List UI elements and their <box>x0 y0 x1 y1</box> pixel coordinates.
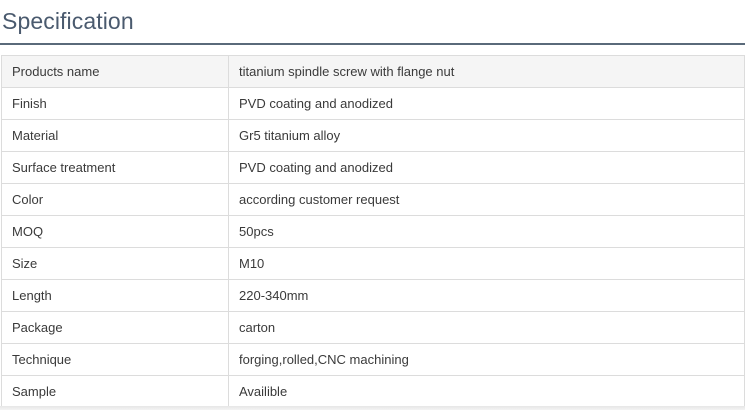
row-label: Technique <box>1 343 229 376</box>
table-row: Length 220-340mm <box>1 279 745 312</box>
row-label: Finish <box>1 87 229 120</box>
row-label: Products name <box>1 55 229 88</box>
table-row: Sample Availible <box>1 375 745 408</box>
row-value: carton <box>228 311 745 344</box>
table-row: Technique forging,rolled,CNC machining <box>1 343 745 376</box>
row-value: forging,rolled,CNC machining <box>228 343 745 376</box>
row-value: 50pcs <box>228 215 745 248</box>
row-label: MOQ <box>1 215 229 248</box>
row-value: Gr5 titanium alloy <box>228 119 745 152</box>
row-value: according customer request <box>228 183 745 216</box>
table-row: Color according customer request <box>1 183 745 216</box>
row-label: Color <box>1 183 229 216</box>
row-label: Size <box>1 247 229 280</box>
bottom-edge-shadow <box>0 406 745 410</box>
specification-table: Products name titanium spindle screw wit… <box>1 55 745 408</box>
row-value: M10 <box>228 247 745 280</box>
table-row: Products name titanium spindle screw wit… <box>1 55 745 88</box>
row-label: Package <box>1 311 229 344</box>
table-row: Material Gr5 titanium alloy <box>1 119 745 152</box>
row-label: Length <box>1 279 229 312</box>
title-divider <box>0 43 745 45</box>
section-title: Specification <box>2 8 134 34</box>
row-value: PVD coating and anodized <box>228 151 745 184</box>
row-value: titanium spindle screw with flange nut <box>228 55 745 88</box>
row-label: Material <box>1 119 229 152</box>
table-row: Surface treatment PVD coating and anodiz… <box>1 151 745 184</box>
row-value: PVD coating and anodized <box>228 87 745 120</box>
table-row: MOQ 50pcs <box>1 215 745 248</box>
table-row: Finish PVD coating and anodized <box>1 87 745 120</box>
table-row: Package carton <box>1 311 745 344</box>
table-row: Size M10 <box>1 247 745 280</box>
row-value: 220-340mm <box>228 279 745 312</box>
row-label: Surface treatment <box>1 151 229 184</box>
row-value: Availible <box>228 375 745 408</box>
row-label: Sample <box>1 375 229 408</box>
